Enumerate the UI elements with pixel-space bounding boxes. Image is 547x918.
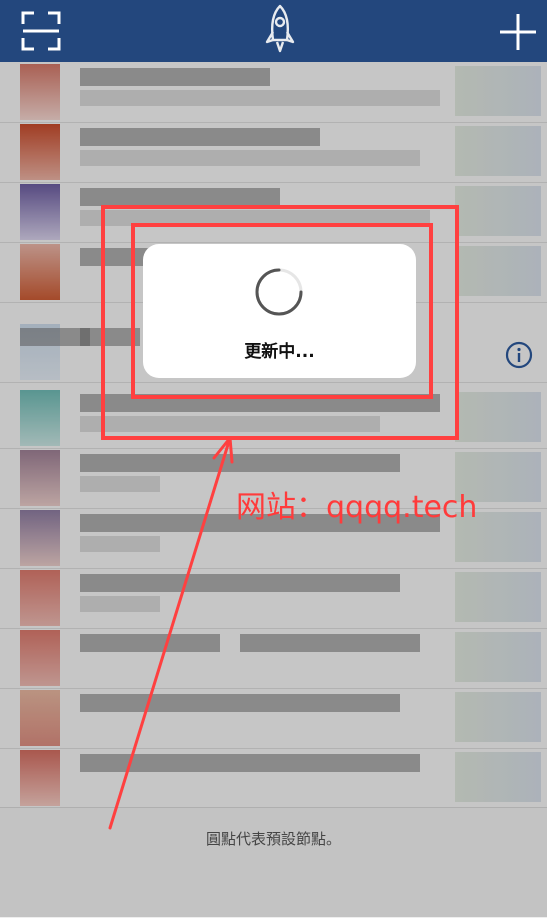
rocket-icon <box>265 4 295 53</box>
top-navigation-bar <box>0 0 547 62</box>
plus-icon[interactable] <box>496 10 540 54</box>
watermark: 网站：qqqq.tech <box>236 490 478 525</box>
scan-icon[interactable] <box>20 10 62 52</box>
highlight-frame-inner <box>131 223 433 399</box>
info-icon[interactable] <box>505 341 533 369</box>
